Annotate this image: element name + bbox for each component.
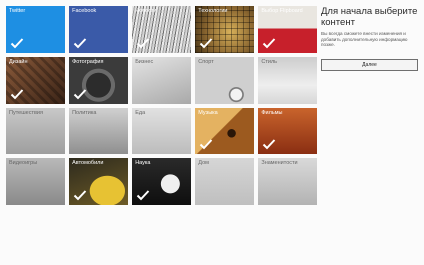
category-tile-label: Новости (135, 8, 157, 14)
category-tile[interactable]: Знаменитости (258, 158, 317, 206)
category-tile-label: Twitter (9, 8, 26, 14)
checkmark-icon (200, 139, 213, 150)
category-tile[interactable]: Еда (132, 107, 191, 155)
category-tile[interactable]: Путешествия (6, 107, 65, 155)
category-tile-label: Фильмы (261, 109, 283, 116)
category-tile-label: Выбор Flipboard (261, 8, 303, 14)
category-tile-label: Facebook (72, 8, 97, 14)
category-tile[interactable]: Технологии (195, 6, 254, 53)
page-title: Для начала выберите контент (321, 6, 418, 28)
category-tile-label: Путешествия (9, 109, 43, 116)
category-tile[interactable]: Twitter (6, 6, 65, 53)
category-tile[interactable]: Facebook (69, 6, 128, 53)
category-tile[interactable]: Политика (69, 107, 128, 155)
category-tile[interactable]: Фотография (69, 56, 128, 104)
category-tile[interactable]: Наука (132, 158, 191, 206)
category-tile-label: Еда (135, 109, 146, 116)
category-tile[interactable]: Видеоигры (6, 158, 65, 206)
category-tile-label: Наука (135, 160, 151, 167)
category-tile-label: Музыка (198, 109, 218, 116)
category-tile-label: Бизнес (135, 58, 154, 65)
checkmark-icon (73, 38, 87, 49)
checkmark-icon (200, 38, 213, 49)
category-tile[interactable]: Новости (132, 6, 191, 53)
category-grid: Twitter Facebook Новости Технологии Выбор Fl… (6, 6, 317, 207)
category-tile-label: Знаменитости (261, 160, 298, 167)
checkmark-icon (73, 88, 87, 100)
category-tile-label: Технологии (198, 8, 228, 14)
checkmark-icon (136, 38, 150, 49)
category-tile[interactable]: Бизнес (132, 56, 191, 104)
checkmark-icon (136, 190, 150, 201)
category-tile[interactable]: Автомобили (69, 158, 128, 206)
checkmark-icon (263, 139, 276, 150)
category-tile-label: Фотография (72, 58, 104, 65)
category-tile-label: Дом (198, 160, 209, 167)
category-tile-label: Дизайн (9, 58, 28, 65)
panel-description: Вы всегда сможете внести изменения и доб… (321, 31, 408, 48)
category-tile[interactable]: Дом (195, 158, 254, 206)
next-button[interactable]: Далее (321, 58, 418, 71)
category-tile-label: Видеоигры (9, 160, 38, 167)
checkmark-icon (10, 38, 24, 49)
category-tile[interactable]: Дизайн (6, 56, 65, 104)
category-tile-label: Спорт (198, 58, 214, 65)
checkmark-icon (10, 88, 24, 100)
category-tile[interactable]: Выбор Flipboard (258, 6, 317, 53)
category-tile-label: Автомобили (72, 160, 104, 167)
onboarding-panel: Для начала выберите контент Вы всегда см… (321, 6, 419, 71)
category-tile[interactable]: Стиль (258, 56, 317, 104)
checkmark-icon (263, 38, 276, 49)
category-tile-label: Стиль (261, 58, 278, 65)
category-tile[interactable]: Фильмы (258, 107, 317, 155)
category-tile-label: Политика (72, 109, 97, 116)
category-tile[interactable]: Спорт (195, 56, 254, 104)
checkmark-icon (73, 190, 87, 201)
category-tile[interactable]: Музыка (195, 107, 254, 155)
